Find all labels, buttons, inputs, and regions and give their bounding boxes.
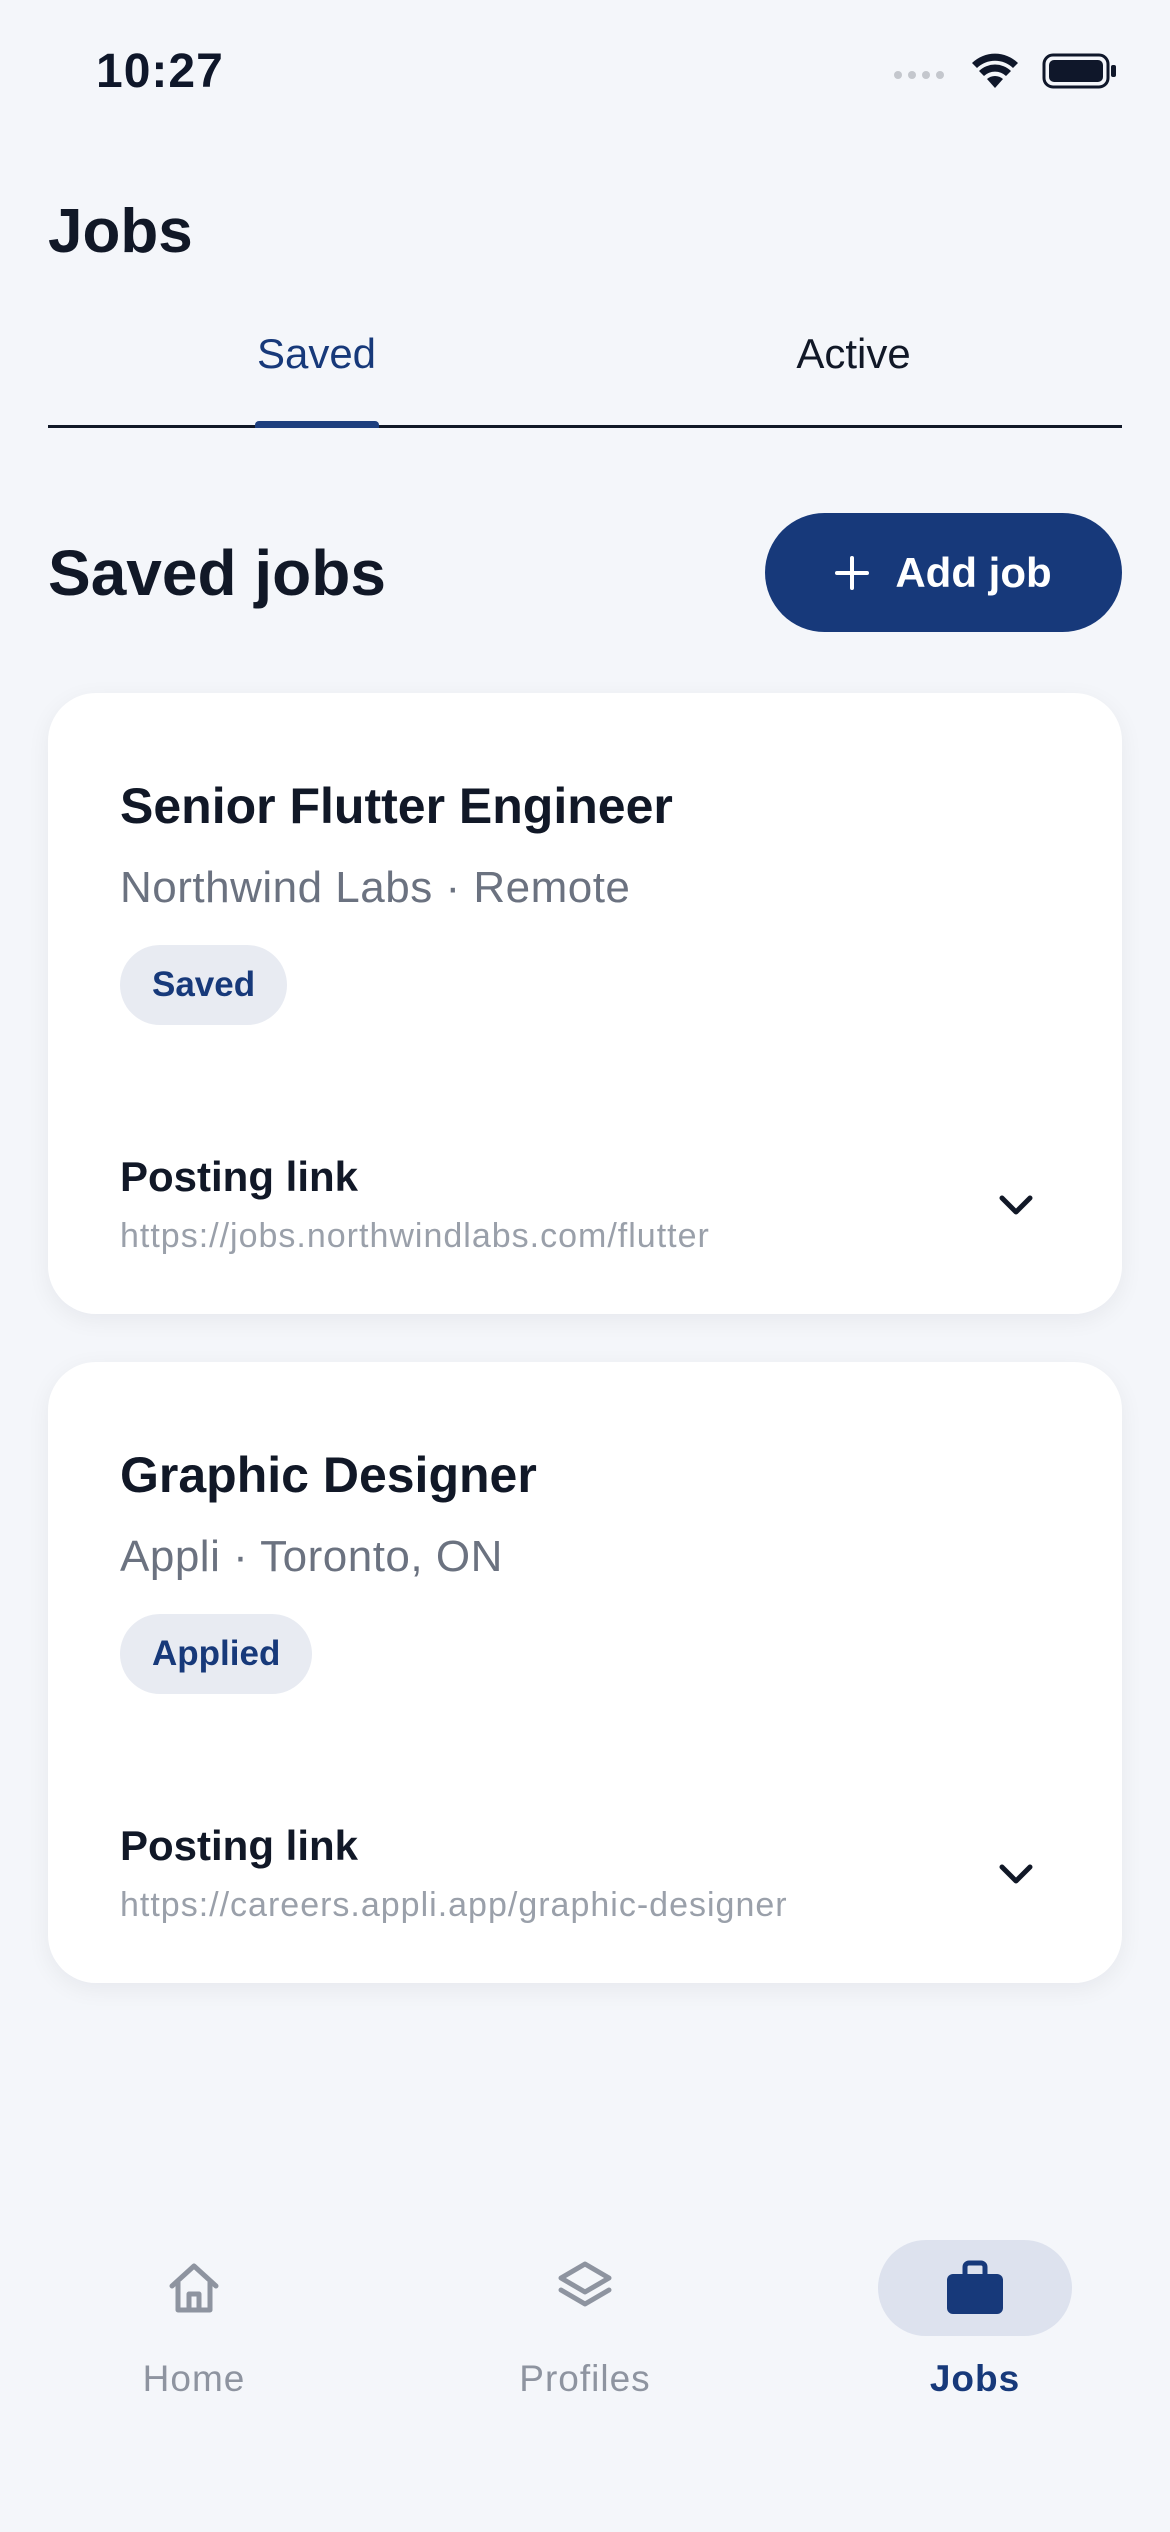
status-icons (892, 52, 1118, 90)
status-bar: 10:27 (0, 0, 1170, 150)
status-time: 10:27 (96, 45, 224, 98)
job-card[interactable]: Graphic Designer Appli · Toronto, ON App… (48, 1362, 1122, 1983)
nav-icon-container (488, 2240, 682, 2336)
nav-icon-container (97, 2240, 291, 2336)
nav-item-home[interactable]: Home (64, 2240, 324, 2440)
tab-active[interactable]: Active (585, 330, 1122, 378)
plus-icon (835, 555, 870, 590)
status-badge: Applied (120, 1614, 313, 1694)
nav-label-home: Home (142, 2358, 246, 2399)
job-title: Graphic Designer (120, 1447, 537, 1503)
briefcase-icon (947, 2260, 1003, 2314)
add-job-button[interactable]: Add job (765, 513, 1122, 632)
job-card[interactable]: Senior Flutter Engineer Northwind Labs ·… (48, 693, 1122, 1314)
posting-link-label: Posting link (120, 1153, 359, 1200)
page-title: Jobs (48, 197, 193, 266)
home-icon (169, 2263, 219, 2313)
chevron-down-icon[interactable] (994, 1852, 1038, 1896)
nav-label-jobs: Jobs (929, 2358, 1021, 2399)
chevron-down-icon[interactable] (994, 1183, 1038, 1227)
cellular-signal-icon (894, 71, 944, 79)
posting-link-label: Posting link (120, 1822, 359, 1869)
battery-icon (1042, 53, 1116, 89)
posting-link-url[interactable]: https://jobs.northwindlabs.com/flutter (120, 1217, 710, 1256)
wifi-icon (972, 53, 1018, 88)
layers-icon (558, 2261, 612, 2307)
nav-label-profiles: Profiles (519, 2358, 651, 2399)
section-title: Saved jobs (48, 537, 386, 609)
nav-item-jobs[interactable]: Jobs (845, 2240, 1105, 2440)
bottom-nav: Home Profiles Jobs (0, 2200, 1170, 2532)
tab-saved[interactable]: Saved (48, 330, 585, 378)
tab-selected-indicator (255, 421, 379, 428)
status-badge: Saved (120, 945, 288, 1025)
add-job-button-label: Add job (895, 548, 1052, 596)
nav-icon-container (878, 2240, 1072, 2336)
job-company-location: Northwind Labs · Remote (120, 863, 631, 912)
nav-item-profiles[interactable]: Profiles (455, 2240, 715, 2440)
tab-bar: Saved Active (48, 300, 1122, 428)
posting-link-url[interactable]: https://careers.appli.app/graphic-design… (120, 1886, 788, 1925)
job-title: Senior Flutter Engineer (120, 778, 673, 834)
job-company-location: Appli · Toronto, ON (120, 1532, 503, 1581)
